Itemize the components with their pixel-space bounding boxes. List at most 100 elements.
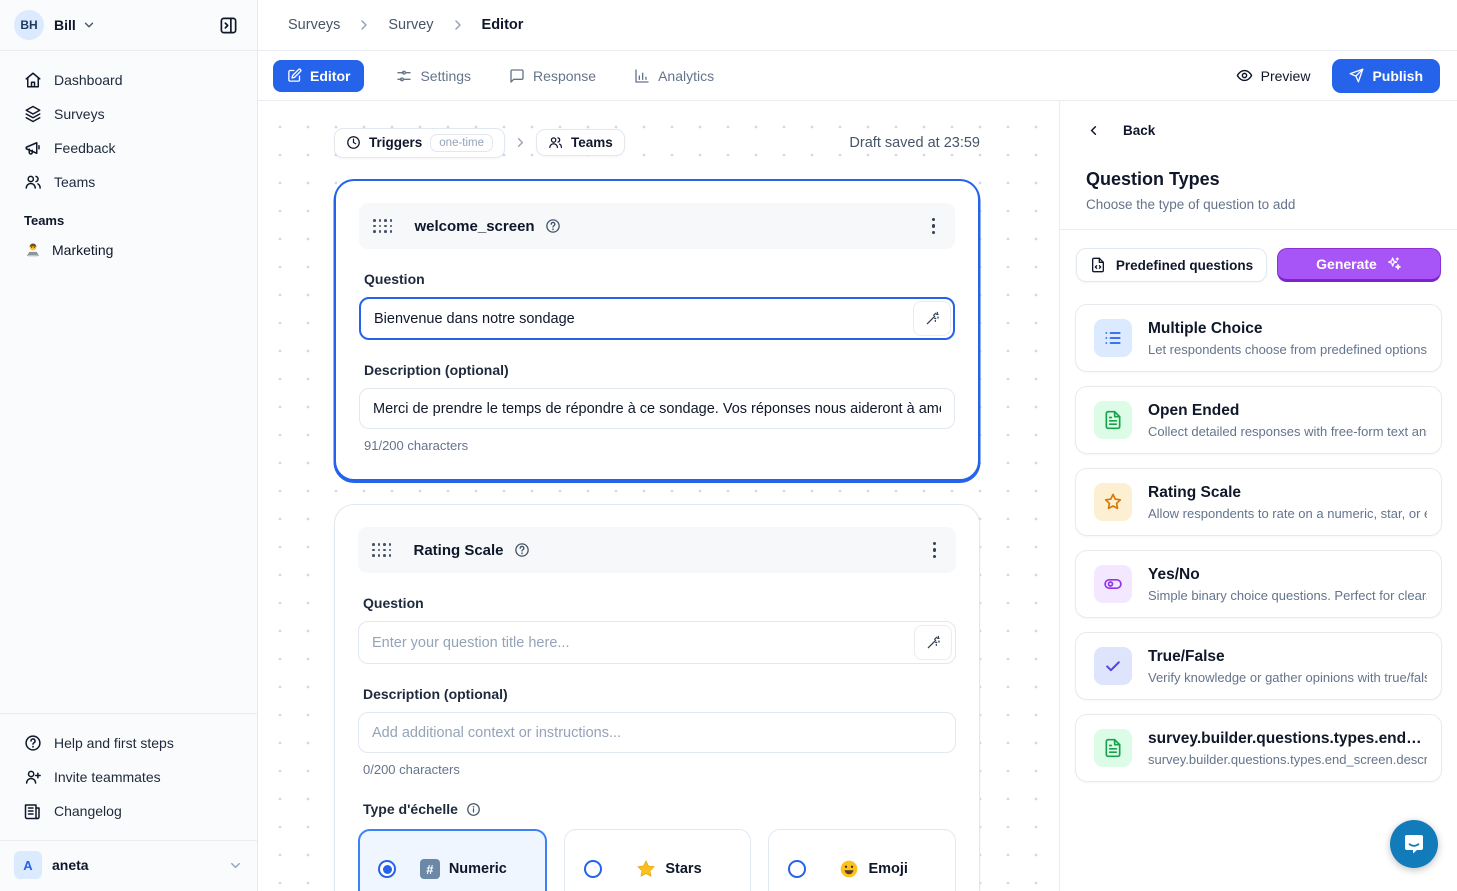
tab-response[interactable]: Response (495, 60, 610, 92)
sidebar-item-invite[interactable]: Invite teammates (10, 760, 247, 794)
file-text-icon (1094, 401, 1132, 439)
question-card-welcome[interactable]: welcome_screen Question Description (opt… (334, 179, 980, 481)
radio-unselected[interactable] (788, 860, 806, 878)
workspace-name: Bill (54, 17, 76, 33)
draft-status: Draft saved at 23:59 (849, 135, 980, 151)
sidebar-nav: Dashboard Surveys Feedback Teams Teams M… (0, 51, 257, 266)
type-desc: Collect detailed responses with free-for… (1148, 424, 1427, 439)
rating-question-input[interactable] (358, 621, 956, 664)
type-card-rating-scale[interactable]: Rating Scale Allow respondents to rate o… (1075, 468, 1442, 536)
drag-handle-icon[interactable] (372, 543, 392, 557)
sidebar-item-label: Teams (54, 174, 95, 190)
sidebar-item-surveys[interactable]: Surveys (10, 97, 247, 131)
welcome-card-title: welcome_screen (415, 218, 535, 235)
account-menu[interactable]: A aneta (0, 840, 257, 891)
sidebar-item-help[interactable]: Help and first steps (10, 726, 247, 760)
sidebar-team-marketing[interactable]: Marketing (10, 234, 247, 266)
edit-icon (287, 68, 302, 83)
type-name: Open Ended (1148, 402, 1427, 420)
tab-settings[interactable]: Settings (382, 60, 485, 92)
type-name: survey.builder.questions.types.end_scr..… (1148, 730, 1427, 748)
type-card-open-ended[interactable]: Open Ended Collect detailed responses wi… (1075, 386, 1442, 454)
predefined-questions-button[interactable]: Predefined questions (1076, 248, 1267, 282)
sidebar-spacer (0, 266, 257, 713)
info-icon[interactable] (466, 802, 481, 817)
rating-description-input[interactable] (358, 712, 956, 753)
option-label: Numeric (449, 861, 507, 877)
teams-pill[interactable]: Teams (536, 129, 625, 156)
more-vertical-icon[interactable] (926, 214, 941, 238)
char-count: 91/200 characters (364, 438, 950, 453)
welcome-card-header[interactable]: welcome_screen (359, 203, 955, 249)
tab-editor[interactable]: Editor (273, 60, 364, 92)
question-description-input[interactable] (359, 388, 955, 429)
sidebar-item-feedback[interactable]: Feedback (10, 131, 247, 165)
sidebar-item-label: Invite teammates (54, 769, 161, 785)
message-square-icon (509, 68, 525, 84)
scale-option-numeric[interactable]: # Numeric (358, 829, 547, 891)
bar-chart-icon (634, 68, 650, 84)
scale-type-label: Type d'échelle (363, 801, 951, 817)
drag-handle-icon[interactable] (373, 219, 393, 233)
tab-label: Analytics (658, 68, 714, 84)
magic-wand-button[interactable] (913, 301, 951, 336)
publish-label: Publish (1372, 68, 1423, 84)
file-code-icon (1090, 257, 1106, 273)
option-label: Stars (665, 861, 701, 877)
check-icon (1094, 647, 1132, 685)
megaphone-icon (24, 139, 42, 157)
sidebar-item-teams[interactable]: Teams (10, 165, 247, 199)
preview-button[interactable]: Preview (1236, 67, 1311, 84)
scale-option-stars[interactable]: Stars (564, 829, 752, 891)
send-icon (1349, 68, 1364, 83)
question-title-input[interactable] (359, 297, 955, 340)
sidebar-item-dashboard[interactable]: Dashboard (10, 63, 247, 97)
type-name: Rating Scale (1148, 484, 1427, 502)
radio-unselected[interactable] (584, 860, 602, 878)
type-name: True/False (1148, 648, 1427, 666)
clock-icon (346, 135, 361, 150)
sidebar-item-label: Feedback (54, 140, 115, 156)
breadcrumb-surveys[interactable]: Surveys (288, 17, 340, 33)
back-button[interactable]: Back (1086, 123, 1441, 138)
teams-pill-label: Teams (571, 135, 613, 150)
type-card-yes-no[interactable]: Yes/No Simple binary choice questions. P… (1075, 550, 1442, 618)
radio-selected[interactable] (378, 860, 396, 878)
scale-option-emoji[interactable]: Emoji (768, 829, 956, 891)
sidebar-item-label: Dashboard (54, 72, 123, 88)
users-icon (548, 135, 563, 150)
preview-label: Preview (1261, 68, 1311, 84)
editor-toolbar: Editor Settings Response Analytics Previ… (258, 51, 1457, 101)
layers-icon (24, 105, 42, 123)
home-icon (24, 71, 42, 89)
toggle-icon (1094, 565, 1132, 603)
type-card-true-false[interactable]: True/False Verify knowledge or gather op… (1075, 632, 1442, 700)
char-count: 0/200 characters (363, 762, 951, 777)
more-vertical-icon[interactable] (927, 538, 942, 562)
chevron-left-icon (1086, 123, 1101, 138)
breadcrumb-survey[interactable]: Survey (388, 17, 433, 33)
chat-launcher-button[interactable] (1390, 820, 1438, 868)
type-card-end-screen[interactable]: survey.builder.questions.types.end_scr..… (1075, 714, 1442, 782)
sidebar-item-changelog[interactable]: Changelog (10, 794, 247, 828)
canvas-header-row: Triggers one-time Teams Draft saved at 2… (334, 128, 980, 157)
help-circle-icon[interactable] (514, 542, 530, 558)
tab-analytics[interactable]: Analytics (620, 60, 728, 92)
tab-label: Response (533, 68, 596, 84)
question-card-rating[interactable]: Rating Scale Question Description (optio… (334, 504, 980, 891)
star-icon (1094, 483, 1132, 521)
magic-wand-button[interactable] (914, 625, 952, 660)
triggers-pill[interactable]: Triggers one-time (334, 128, 505, 158)
type-name: Multiple Choice (1148, 320, 1427, 338)
sidebar-item-label: Surveys (54, 106, 105, 122)
chevron-down-icon (82, 18, 96, 32)
predefined-label: Predefined questions (1116, 258, 1253, 273)
publish-button[interactable]: Publish (1332, 59, 1440, 93)
rating-card-header[interactable]: Rating Scale (358, 527, 956, 573)
help-circle-icon (24, 734, 42, 752)
generate-button[interactable]: Generate (1277, 248, 1441, 282)
type-card-multiple-choice[interactable]: Multiple Choice Let respondents choose f… (1075, 304, 1442, 372)
help-circle-icon[interactable] (545, 218, 561, 234)
sidebar-collapse-button[interactable] (213, 10, 243, 40)
workspace-switcher[interactable]: BH Bill (0, 0, 257, 51)
